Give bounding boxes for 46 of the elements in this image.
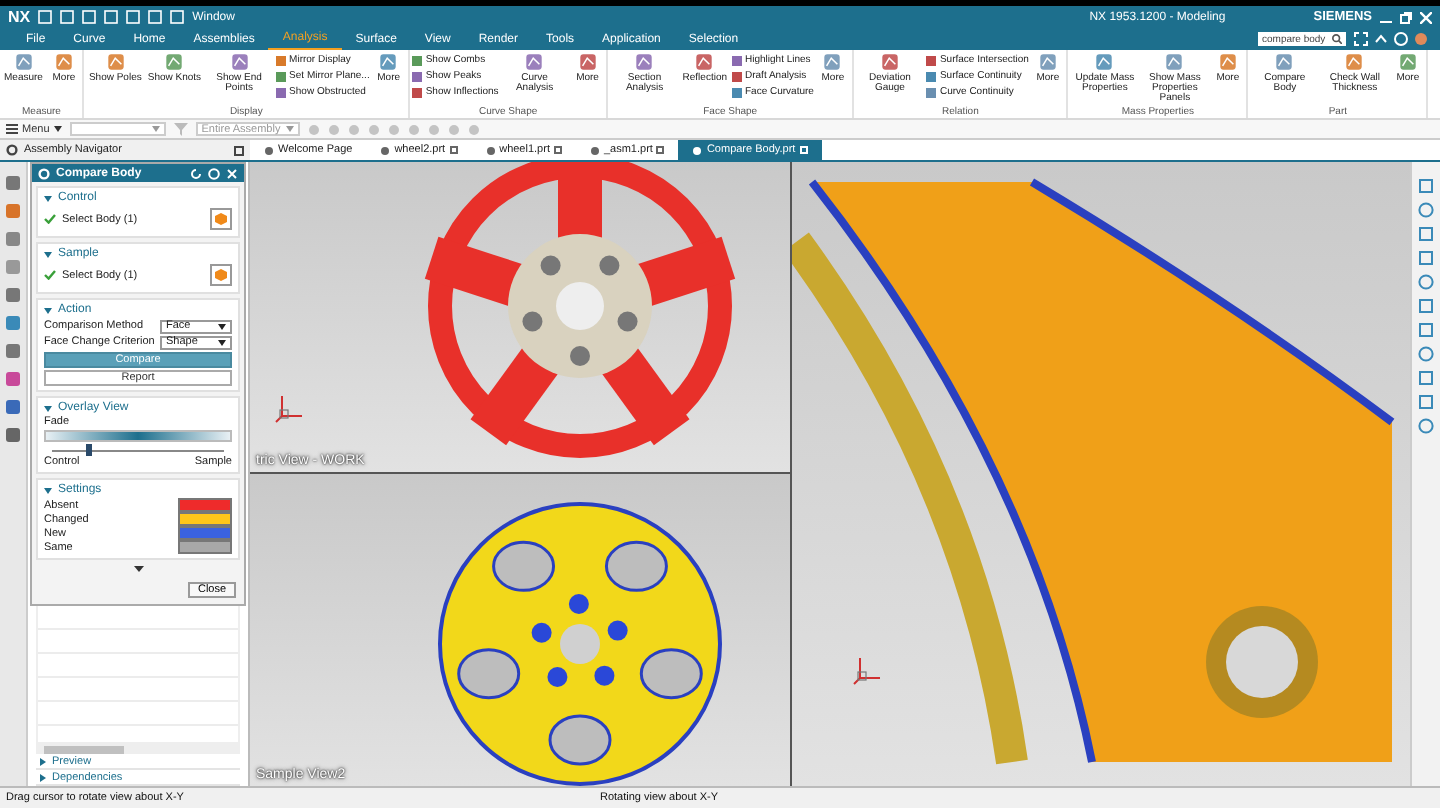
part-icon: [485, 145, 496, 155]
color-swatch[interactable]: [178, 512, 232, 526]
resource-bar-icon[interactable]: [1418, 418, 1434, 434]
resource-bar-icon[interactable]: [1418, 394, 1434, 410]
resource-bar-icon[interactable]: [1418, 322, 1434, 338]
close-icon[interactable]: [1420, 11, 1432, 23]
axis-triad-icon: [274, 392, 306, 424]
color-swatch[interactable]: [178, 540, 232, 554]
select-body-button[interactable]: [210, 264, 232, 286]
menu-icon: [6, 124, 18, 134]
resource-bar-icon[interactable]: [1418, 202, 1434, 218]
tab-close-icon: [449, 146, 458, 154]
app-logo: NX: [8, 8, 31, 26]
part-icon: [589, 145, 600, 155]
resource-bar-icon[interactable]: [1418, 346, 1434, 362]
color-swatch[interactable]: [178, 526, 232, 540]
part-icon: [692, 145, 703, 155]
close-icon[interactable]: [226, 167, 238, 179]
more-options-icon[interactable]: [133, 566, 143, 572]
reset-icon[interactable]: [190, 167, 202, 179]
collapse-icon[interactable]: [1374, 32, 1388, 46]
tab-close-icon: [799, 146, 808, 154]
fullscreen-icon[interactable]: [1354, 32, 1368, 46]
search-icon[interactable]: [1332, 34, 1342, 44]
select-body-button[interactable]: [210, 208, 232, 230]
cube-icon: [214, 268, 228, 282]
resource-bar-icon[interactable]: [1418, 274, 1434, 290]
slider-thumb[interactable]: [86, 444, 93, 456]
resource-bar-icon[interactable]: [1418, 370, 1434, 386]
restore-icon[interactable]: [1400, 11, 1412, 23]
fade-slider[interactable]: [52, 444, 224, 456]
pin-icon[interactable]: [234, 145, 244, 155]
color-swatch[interactable]: [178, 498, 232, 512]
resource-bar-icon[interactable]: [1418, 178, 1434, 194]
resource-bar-icon[interactable]: [1418, 298, 1434, 314]
part-icon: [380, 145, 391, 155]
horizontal-scrollbar[interactable]: [36, 744, 240, 754]
axis-triad-icon: [852, 654, 884, 686]
tab-close-icon: [656, 146, 665, 154]
part-icon: [264, 145, 274, 155]
check-icon: [44, 214, 56, 224]
tab-close-icon: [553, 146, 562, 154]
resource-bar-icon[interactable]: [1418, 250, 1434, 266]
resource-bar-icon[interactable]: [1418, 226, 1434, 242]
cube-icon: [214, 212, 228, 226]
check-icon: [44, 270, 56, 280]
